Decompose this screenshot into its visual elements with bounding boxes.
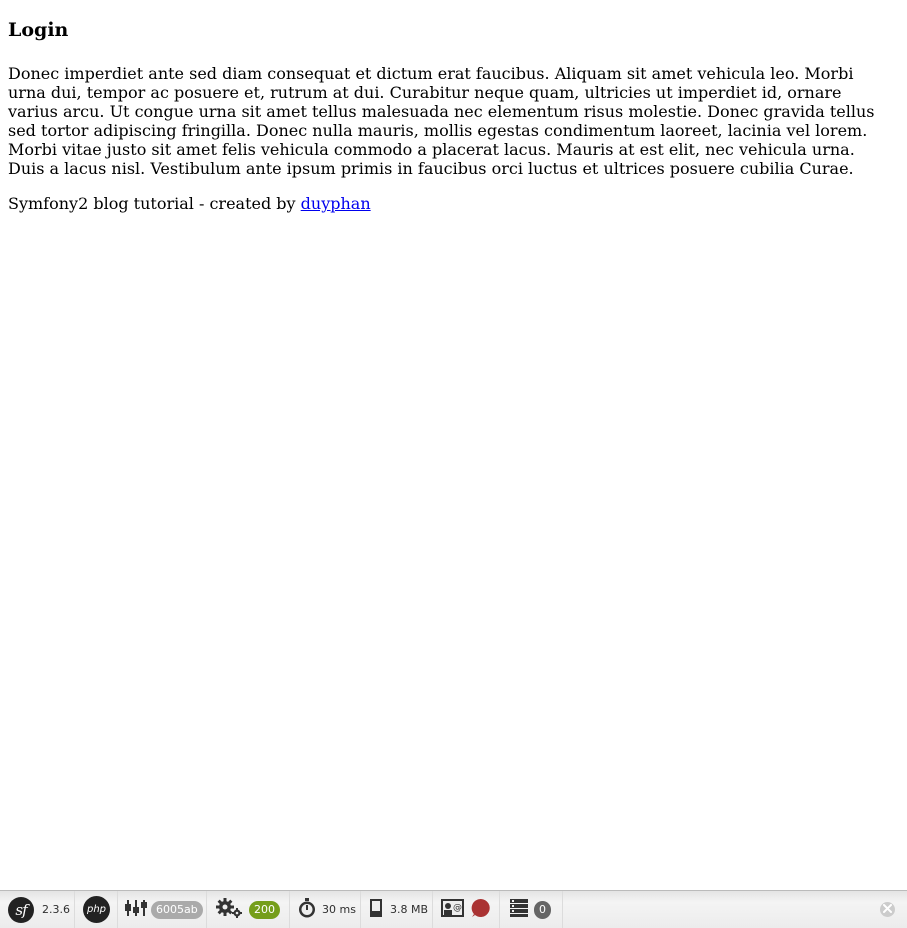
toolbar-timer-block[interactable]: 30 ms — [290, 891, 361, 928]
toolbar-memory-block[interactable]: 3.8 MB — [361, 891, 433, 928]
author-link[interactable]: duyphan — [301, 194, 371, 213]
database-icon — [508, 898, 530, 921]
symfony-logo-icon: sf — [8, 896, 34, 923]
memory-icon — [369, 898, 383, 921]
request-config-icon — [125, 898, 147, 921]
user-security-icon: @ — [441, 898, 465, 921]
page-title: Login — [8, 19, 69, 41]
close-toolbar-button[interactable] — [880, 902, 895, 917]
main-content: Login Donec imperdiet ante sed diam cons… — [8, 14, 893, 213]
status-red-icon — [471, 898, 491, 921]
toolbar-status-block[interactable]: 200 — [207, 891, 290, 928]
request-time: 30 ms — [322, 903, 356, 916]
stopwatch-icon — [298, 898, 316, 921]
svg-text:@: @ — [453, 903, 462, 913]
gear-icon — [215, 897, 243, 922]
memory-usage: 3.8 MB — [390, 903, 429, 916]
toolbar-php-block[interactable]: php — [75, 891, 118, 928]
symfony-debug-toolbar: sf 2.3.6 php 6005ab 200 30 ms 3.8 MB @ 0 — [0, 890, 907, 928]
php-logo-icon: php — [83, 896, 110, 923]
toolbar-security-block[interactable]: @ — [433, 891, 500, 928]
body-paragraph: Donec imperdiet ante sed diam consequat … — [8, 64, 875, 178]
status-code-badge: 200 — [249, 900, 280, 919]
request-token-badge: 6005ab — [151, 900, 203, 919]
toolbar-symfony-block[interactable]: sf 2.3.6 — [0, 891, 75, 928]
footer-credit-text: Symfony2 blog tutorial - created by — [8, 194, 301, 213]
toolbar-request-block[interactable]: 6005ab — [118, 891, 207, 928]
symfony-version: 2.3.6 — [42, 903, 70, 916]
close-icon — [883, 903, 892, 916]
toolbar-database-block[interactable]: 0 — [500, 891, 563, 928]
footer-credit: Symfony2 blog tutorial - created by duyp… — [8, 194, 893, 213]
db-query-count-badge: 0 — [534, 900, 551, 919]
